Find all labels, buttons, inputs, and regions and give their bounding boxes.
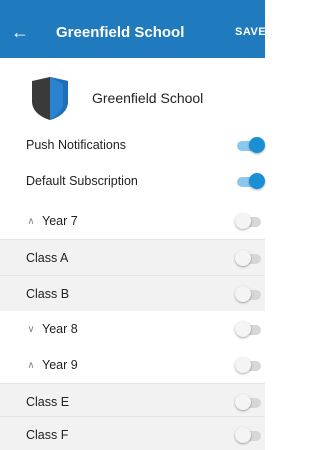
class-e-toggle[interactable] bbox=[235, 392, 265, 412]
class-a-toggle[interactable] bbox=[235, 248, 265, 268]
save-button[interactable]: SAVE bbox=[235, 26, 265, 38]
group-name: Year 8 bbox=[42, 322, 78, 336]
year-8-toggle[interactable] bbox=[235, 319, 265, 339]
class-row-a[interactable]: Class A bbox=[0, 239, 265, 275]
class-label: Class E bbox=[26, 394, 70, 409]
toggle-knob bbox=[249, 173, 265, 189]
page-title: Greenfield School bbox=[56, 23, 185, 41]
class-row-b[interactable]: Class B bbox=[0, 275, 265, 311]
class-label: Class F bbox=[26, 427, 69, 442]
shield-logo-icon bbox=[32, 77, 68, 120]
year-7-toggle[interactable] bbox=[235, 211, 265, 231]
chevron-up-icon: ∧ bbox=[27, 215, 35, 227]
class-b-toggle[interactable] bbox=[235, 284, 265, 304]
default-subscription-toggle[interactable] bbox=[235, 171, 265, 191]
toggle-knob bbox=[235, 321, 251, 337]
toggle-knob bbox=[235, 285, 251, 302]
school-name: Greenfield School bbox=[92, 90, 204, 106]
group-label: ∧ Year 7 bbox=[26, 214, 78, 228]
toggle-knob bbox=[235, 213, 251, 229]
toggle-knob bbox=[235, 426, 251, 443]
setting-label: Push Notifications bbox=[26, 138, 127, 152]
back-arrow-icon[interactable]: ← bbox=[0, 23, 40, 41]
group-row-year-9[interactable]: ∧ Year 9 bbox=[0, 347, 265, 383]
group-row-year-7[interactable]: ∧ Year 7 bbox=[0, 203, 265, 239]
chevron-down-icon: ∨ bbox=[27, 323, 35, 335]
group-row-year-8[interactable]: ∨ Year 8 bbox=[0, 311, 265, 347]
class-label: Class A bbox=[26, 250, 69, 265]
year-9-toggle[interactable] bbox=[235, 355, 265, 375]
push-notifications-toggle[interactable] bbox=[235, 135, 265, 155]
class-row-f[interactable]: Class F bbox=[0, 416, 265, 450]
setting-label: Default Subscription bbox=[26, 174, 138, 188]
setting-default-subscription: Default Subscription bbox=[0, 163, 265, 199]
toggle-knob bbox=[235, 249, 251, 266]
group-name: Year 7 bbox=[42, 214, 78, 228]
group-label: ∨ Year 8 bbox=[26, 322, 78, 336]
group-name: Year 9 bbox=[42, 358, 78, 372]
toggle-knob bbox=[235, 357, 251, 373]
app-bar: ← Greenfield School SAVE bbox=[0, 0, 265, 58]
class-label: Class B bbox=[26, 286, 70, 301]
toggle-knob bbox=[249, 137, 265, 153]
chevron-up-icon: ∧ bbox=[27, 359, 35, 371]
group-label: ∧ Year 9 bbox=[26, 358, 78, 372]
school-header: Greenfield School bbox=[0, 70, 265, 126]
toggle-knob bbox=[235, 393, 251, 410]
class-f-toggle[interactable] bbox=[235, 425, 265, 445]
setting-push-notifications: Push Notifications bbox=[0, 127, 265, 163]
class-row-e[interactable]: Class E bbox=[0, 383, 265, 419]
